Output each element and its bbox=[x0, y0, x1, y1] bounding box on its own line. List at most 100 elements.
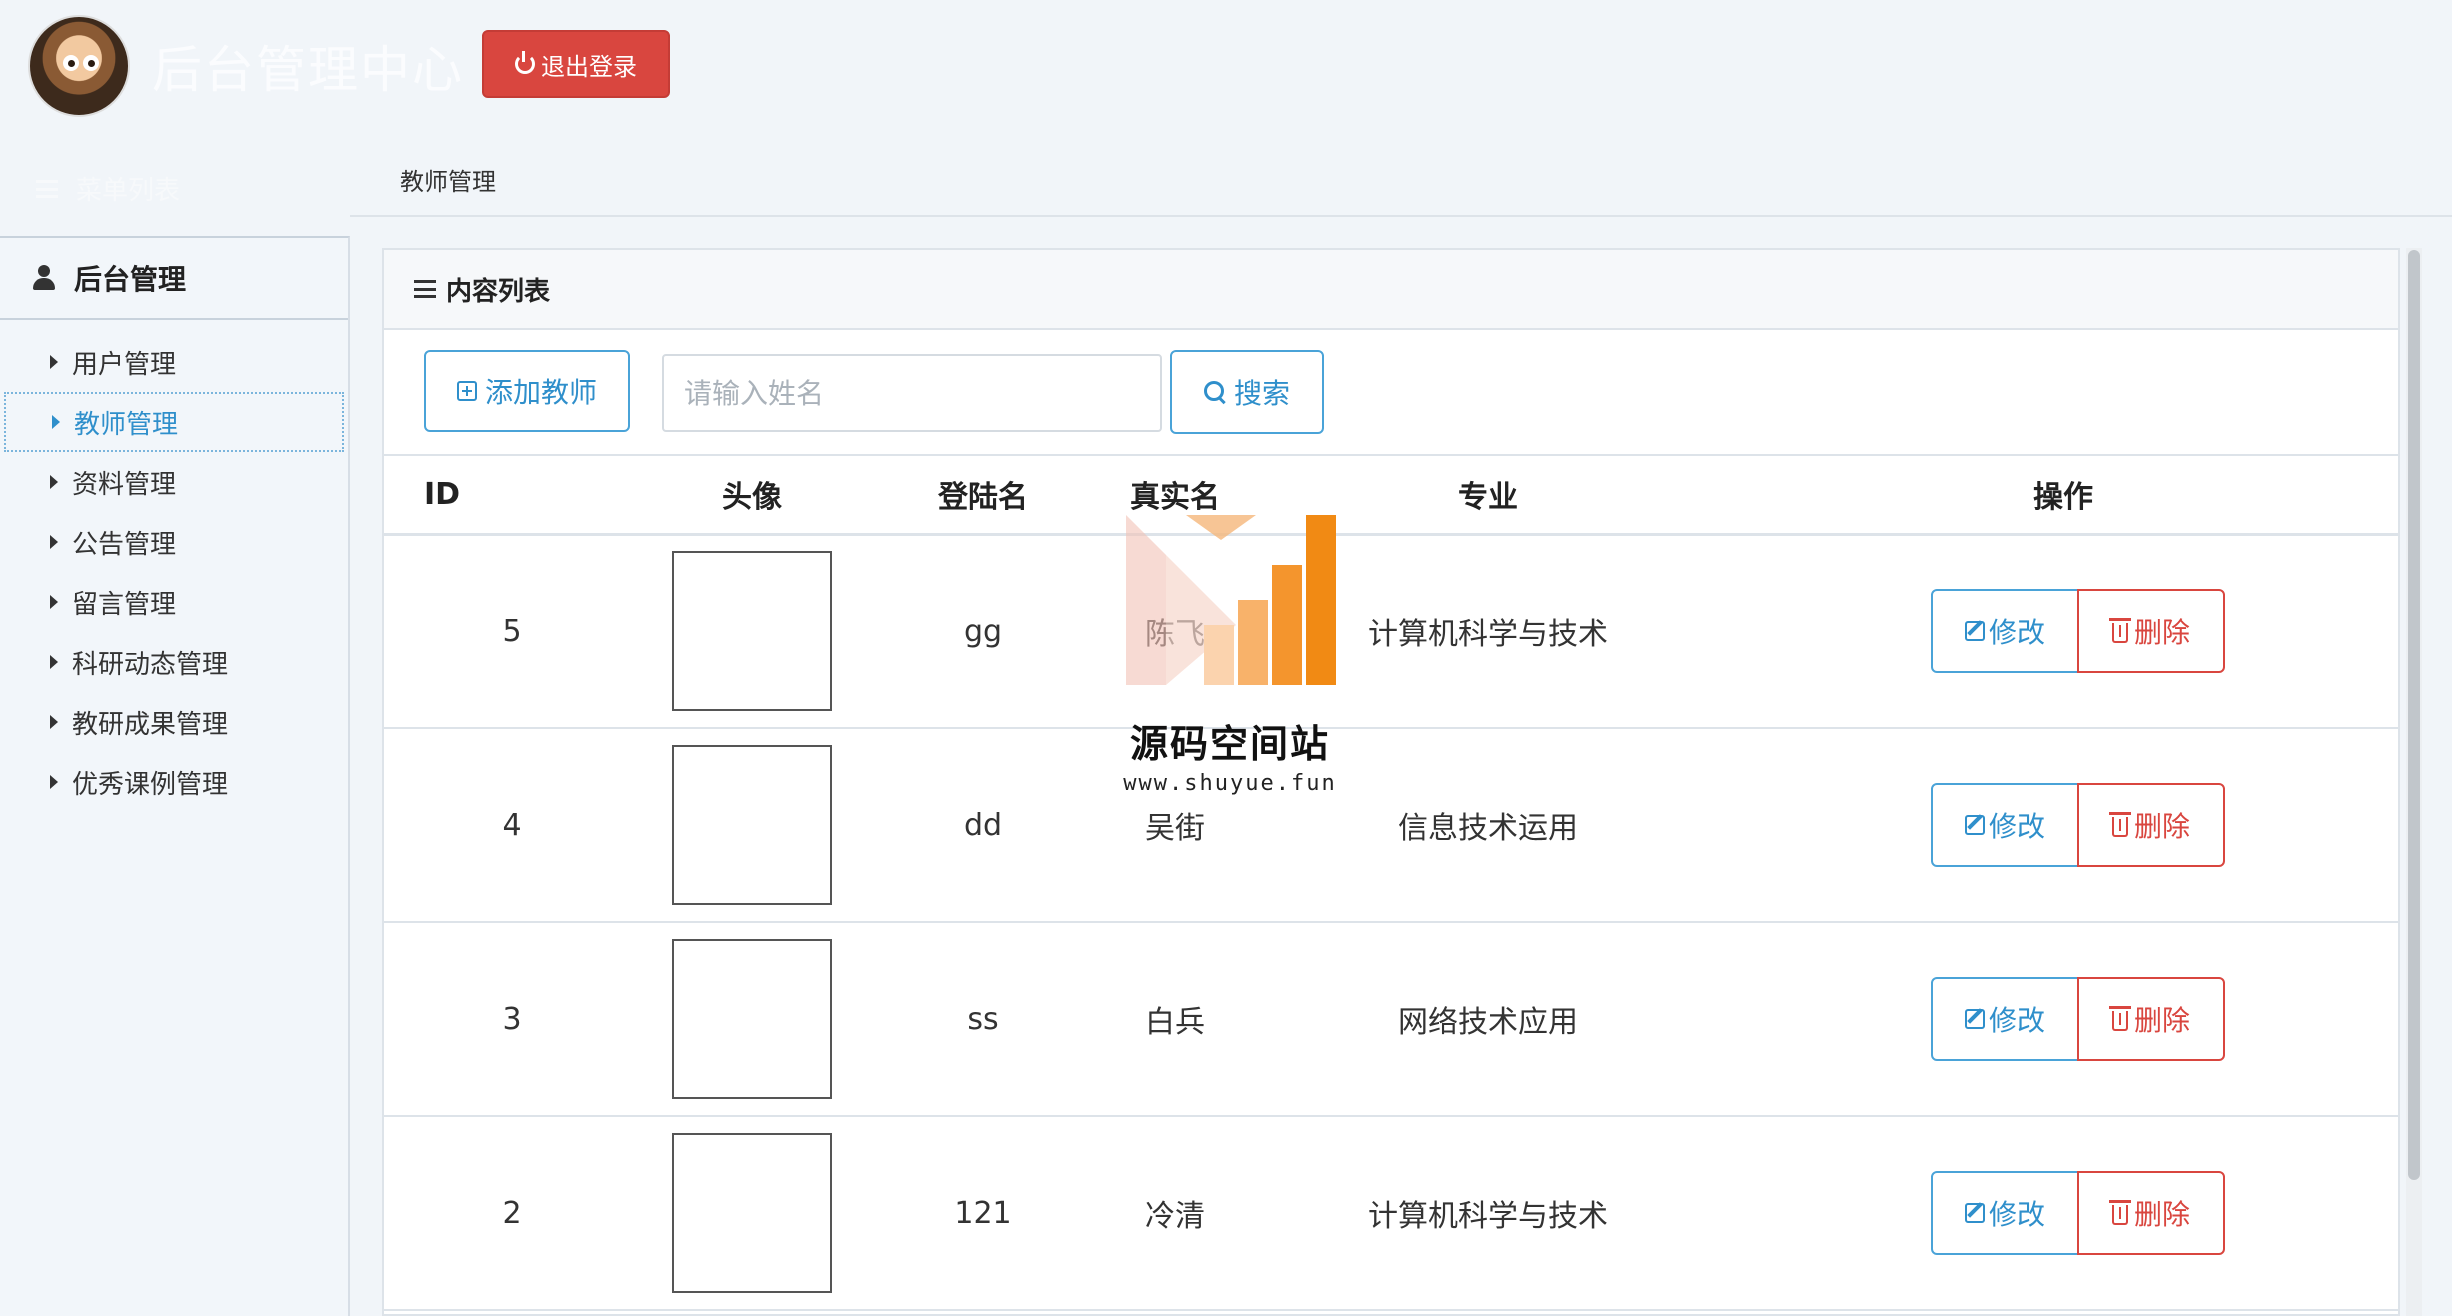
menu-list-text: 菜单列表 bbox=[76, 176, 181, 206]
edit-icon bbox=[1964, 1009, 1985, 1029]
sidebar-item[interactable]: 教研成果管理 bbox=[0, 692, 348, 752]
cell-login-name: gg bbox=[864, 534, 1102, 729]
cell-id: 2 bbox=[384, 1116, 640, 1311]
trash-icon bbox=[2108, 1006, 2131, 1031]
delete-label: 删除 bbox=[2133, 1005, 2190, 1036]
sidebar-item[interactable]: 科研动态管理 bbox=[0, 632, 348, 692]
teacher-avatar-image bbox=[672, 745, 832, 905]
top-header: 后台管理中心 退出登录 bbox=[0, 0, 2452, 130]
trash-icon bbox=[2108, 812, 2131, 837]
column-header-actions: 操作 bbox=[1728, 456, 2398, 536]
panel-title: 内容列表 bbox=[446, 276, 551, 307]
trash-icon bbox=[2108, 1200, 2131, 1225]
search-label: 搜索 bbox=[1233, 378, 1290, 409]
edit-button[interactable]: 修改 bbox=[1931, 589, 2079, 674]
sidebar-section-title: 后台管理 bbox=[74, 263, 187, 296]
column-header-login: 登陆名 bbox=[864, 456, 1102, 536]
menu-list-header: 菜单列表 bbox=[36, 170, 180, 207]
edit-icon bbox=[1964, 815, 1985, 835]
sidebar-item[interactable]: 公告管理 bbox=[0, 512, 348, 572]
edit-button[interactable]: 修改 bbox=[1931, 1171, 2079, 1255]
cell-real-name: 冷清 bbox=[1102, 1116, 1248, 1311]
sidebar-item-label: 教师管理 bbox=[74, 409, 179, 440]
name-search-input[interactable] bbox=[662, 354, 1162, 432]
delete-label: 删除 bbox=[2133, 1199, 2190, 1230]
teacher-avatar-image bbox=[672, 1133, 832, 1293]
teacher-avatar-image bbox=[672, 939, 832, 1099]
sidebar-item[interactable]: 留言管理 bbox=[0, 572, 348, 632]
column-header-avatar: 头像 bbox=[640, 456, 864, 536]
delete-button[interactable]: 删除 bbox=[2077, 589, 2225, 674]
cell-actions: 修改 删除 bbox=[1728, 728, 2398, 923]
plus-square-icon bbox=[456, 381, 477, 401]
breadcrumb-divider bbox=[350, 215, 2452, 217]
delete-button[interactable]: 删除 bbox=[2077, 783, 2225, 867]
delete-button[interactable]: 删除 bbox=[2077, 977, 2225, 1061]
cell-major: 计算机科学与技术 bbox=[1248, 534, 1728, 729]
delete-button[interactable]: 删除 bbox=[2077, 1171, 2225, 1255]
table-row: 2 121 冷清 计算机科学与技术 修改 删除 bbox=[384, 1116, 2398, 1311]
table-row: 3 ss 白兵 网络技术应用 修改 删除 bbox=[384, 922, 2398, 1117]
caret-right-icon bbox=[50, 535, 58, 549]
cell-avatar bbox=[640, 922, 864, 1117]
row-actions: 修改 删除 bbox=[1758, 1171, 2398, 1255]
sidebar-item-label: 科研动态管理 bbox=[72, 649, 229, 680]
sidebar-menu: 用户管理教师管理资料管理公告管理 留言管理科研动态管理教研成果管理优秀课例管理 bbox=[0, 320, 348, 812]
row-actions: 修改 删除 bbox=[1758, 783, 2398, 867]
edit-label: 修改 bbox=[1988, 811, 2045, 842]
cell-real-name: 陈飞 bbox=[1102, 534, 1248, 729]
user-icon bbox=[32, 265, 56, 291]
sidebar-item[interactable]: 资料管理 bbox=[0, 452, 348, 512]
add-teacher-label: 添加教师 bbox=[484, 377, 597, 408]
cell-avatar bbox=[640, 1116, 864, 1311]
cell-actions: 修改 删除 bbox=[1728, 922, 2398, 1117]
cell-actions: 修改 删除 bbox=[1728, 534, 2398, 729]
sidebar-item-label: 优秀课例管理 bbox=[72, 769, 229, 800]
delete-label: 删除 bbox=[2133, 617, 2190, 649]
logout-label: 退出登录 bbox=[541, 53, 637, 81]
table-header-row: ID 头像 登陆名 真实名 专业 操作 bbox=[384, 456, 2398, 536]
edit-label: 修改 bbox=[1988, 617, 2045, 649]
teacher-avatar-image bbox=[672, 551, 832, 712]
sidebar-item[interactable]: 教师管理 bbox=[4, 392, 344, 452]
avatar-eye-left bbox=[63, 55, 79, 71]
sidebar-item-label: 资料管理 bbox=[72, 469, 177, 500]
edit-button[interactable]: 修改 bbox=[1931, 977, 2079, 1061]
search-button[interactable]: 搜索 bbox=[1170, 350, 1324, 434]
add-teacher-button[interactable]: 添加教师 bbox=[424, 350, 630, 432]
caret-right-icon bbox=[50, 715, 58, 729]
caret-right-icon bbox=[50, 595, 58, 609]
teacher-table: ID 头像 登陆名 真实名 专业 操作 5 gg 陈飞 计算机科学与技术 修改 删除 4 dd… bbox=[384, 456, 2398, 1311]
row-actions: 修改 删除 bbox=[1758, 589, 2398, 674]
cell-id: 3 bbox=[384, 922, 640, 1117]
panel-header: 内容列表 bbox=[384, 250, 2398, 330]
sidebar-item[interactable]: 优秀课例管理 bbox=[0, 752, 348, 812]
cell-real-name: 白兵 bbox=[1102, 922, 1248, 1117]
trash-icon bbox=[2108, 618, 2131, 644]
app-title: 后台管理中心 bbox=[152, 41, 464, 99]
column-header-real-name: 真实名 bbox=[1102, 456, 1248, 536]
cell-id: 5 bbox=[384, 534, 640, 729]
sidebar-item[interactable]: 用户管理 bbox=[0, 332, 348, 392]
edit-icon bbox=[1964, 621, 1985, 642]
sidebar-section-header[interactable]: 后台管理 bbox=[0, 238, 348, 320]
edit-label: 修改 bbox=[1988, 1005, 2045, 1036]
breadcrumb: 教师管理 bbox=[400, 168, 496, 196]
admin-avatar bbox=[28, 15, 130, 117]
edit-button[interactable]: 修改 bbox=[1931, 783, 2079, 867]
logout-button[interactable]: 退出登录 bbox=[482, 30, 670, 98]
column-header-major: 专业 bbox=[1248, 456, 1728, 536]
table-row: 5 gg 陈飞 计算机科学与技术 修改 删除 bbox=[384, 534, 2398, 729]
cell-id: 4 bbox=[384, 728, 640, 923]
cell-login-name: ss bbox=[864, 922, 1102, 1117]
caret-right-icon bbox=[50, 775, 58, 789]
caret-right-icon bbox=[52, 415, 60, 429]
delete-label: 删除 bbox=[2133, 811, 2190, 842]
sidebar-item-label: 用户管理 bbox=[72, 349, 177, 380]
column-header-id: ID bbox=[384, 456, 640, 536]
scrollbar-thumb[interactable] bbox=[2408, 250, 2420, 1180]
edit-icon bbox=[1964, 1203, 1985, 1223]
cell-major: 计算机科学与技术 bbox=[1248, 1116, 1728, 1311]
sidebar: 后台管理 用户管理教师管理资料管理公告管理 留言管理科研动态管理教研成果管理优秀课… bbox=[0, 236, 350, 1316]
hamburger-icon bbox=[414, 280, 436, 298]
